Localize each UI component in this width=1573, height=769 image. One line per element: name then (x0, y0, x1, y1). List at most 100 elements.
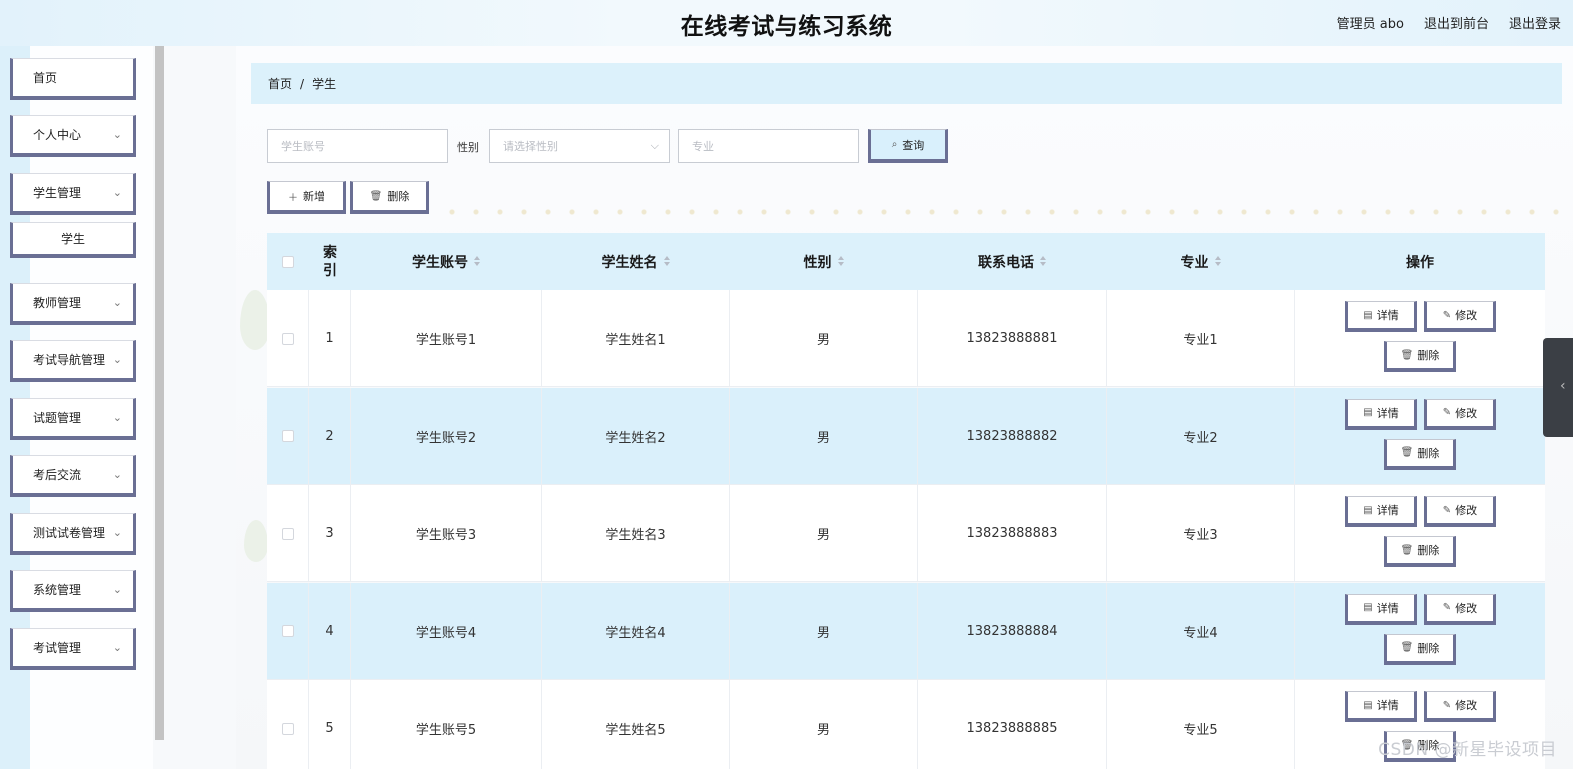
edit-button[interactable]: ✎ 修改 (1424, 593, 1496, 625)
sidebar-item-home[interactable]: 首页 (10, 58, 136, 100)
detail-button-label: 详情 (1376, 309, 1399, 322)
detail-button[interactable]: ▤ 详情 (1345, 301, 1417, 332)
top-header: 在线考试与练习系统 管理员 abo 退出到前台 退出登录 (0, 0, 1573, 46)
chevron-down-icon: ⌄ (112, 526, 122, 539)
cell-index: 4 (309, 582, 351, 680)
cell-major: 专业1 (1107, 290, 1295, 387)
sidebar-item-system-management[interactable]: 系统管理 ⌄ (10, 570, 136, 612)
chevron-left-icon: ‹ (1560, 378, 1566, 394)
cell-name: 学生姓名2 (542, 387, 730, 485)
edit-icon: ✎ (1442, 309, 1452, 321)
sidebar-item-teacher-management[interactable]: 教师管理 ⌄ (10, 283, 136, 325)
sort-icon[interactable] (1040, 255, 1047, 268)
edit-button[interactable]: ✎ 修改 (1424, 496, 1496, 527)
cell-index: 5 (309, 680, 351, 769)
row-delete-button-label: 删除 (1417, 349, 1440, 362)
table-header: 索引 学生账号 学生姓名 性别 联系电话 专业 操作 (267, 233, 1545, 290)
row-delete-button[interactable]: 🗑 删除 (1384, 341, 1456, 372)
cell-index: 1 (309, 290, 351, 387)
edit-button-label: 修改 (1455, 504, 1478, 517)
detail-button-label: 详情 (1376, 601, 1399, 615)
breadcrumb-home[interactable]: 首页 (268, 75, 292, 92)
header-ops: 操作 (1406, 254, 1434, 271)
gender-select-placeholder: 请选择性别 (503, 140, 558, 153)
edit-button[interactable]: ✎ 修改 (1424, 691, 1496, 722)
row-select-cell (267, 485, 309, 582)
chevron-down-icon: ⌄ (112, 296, 122, 309)
document-icon: ▤ (1363, 407, 1373, 418)
detail-button-label: 详情 (1376, 504, 1399, 517)
exit-to-front-link[interactable]: 退出到前台 (1424, 13, 1489, 32)
cell-phone: 13823888881 (918, 290, 1107, 387)
edit-button-label: 修改 (1455, 406, 1478, 420)
detail-button[interactable]: ▤ 详情 (1345, 593, 1417, 625)
table-row: 5 学生账号5 学生姓名5 男 13823888885 专业5 ▤ 详情 ✎ 修改 🗑 删除 (267, 680, 1545, 769)
header-gender[interactable]: 性别 (730, 233, 918, 290)
detail-button[interactable]: ▤ 详情 (1345, 496, 1417, 527)
sidebar-item-label: 学生管理 (33, 186, 82, 200)
query-button[interactable]: ⌕ 查询 (868, 129, 948, 163)
row-checkbox[interactable] (281, 722, 294, 735)
edit-button-label: 修改 (1455, 699, 1478, 712)
watermark: CSDN @新星毕设项目 (1378, 740, 1557, 760)
major-input[interactable]: 专业 (678, 129, 859, 163)
select-all-checkbox[interactable] (282, 255, 294, 268)
sidebar-subitem-student[interactable]: 学生 (10, 222, 136, 258)
sidebar-item-post-exam-discussion[interactable]: 考后交流 ⌄ (10, 455, 136, 497)
trash-icon: 🗑 (1400, 544, 1414, 556)
sidebar-item-personal-center[interactable]: 个人中心 ⌄ (10, 115, 136, 157)
row-select-cell (267, 290, 309, 387)
sort-icon[interactable] (837, 255, 845, 268)
sidebar-item-exam-nav[interactable]: 考试导航管理 ⌄ (10, 340, 136, 382)
header-major[interactable]: 专业 (1107, 233, 1295, 290)
sidebar-item-label: 学生 (60, 232, 85, 246)
sidebar-item-question-management[interactable]: 试题管理 ⌄ (10, 398, 136, 440)
trash-icon: 🗑 (1400, 642, 1414, 653)
sidebar-scrollbar[interactable] (155, 46, 164, 740)
cell-index: 3 (309, 485, 351, 582)
header-name[interactable]: 学生姓名 (542, 233, 730, 290)
detail-button[interactable]: ▤ 详情 (1345, 691, 1417, 722)
sidebar: 首页 个人中心 ⌄ 学生管理 ⌄ 学生 教师管理 ⌄ 考试导航管理 ⌄ 试题管理… (0, 46, 153, 769)
cell-gender: 男 (730, 387, 918, 485)
row-checkbox[interactable] (281, 332, 294, 345)
cell-account: 学生账号4 (351, 582, 542, 680)
trash-icon: 🗑 (1400, 447, 1414, 458)
row-delete-button[interactable]: 🗑 删除 (1384, 536, 1456, 567)
sort-icon[interactable] (663, 255, 671, 268)
sidebar-item-label: 首页 (33, 71, 58, 85)
row-delete-button-label: 删除 (1417, 446, 1440, 460)
sort-icon[interactable] (1214, 255, 1222, 268)
edit-icon: ✎ (1442, 699, 1452, 711)
row-checkbox[interactable] (281, 430, 294, 442)
row-checkbox[interactable] (281, 625, 294, 637)
cell-account: 学生账号3 (351, 485, 542, 582)
sidebar-item-test-paper-management[interactable]: 测试试卷管理 ⌄ (10, 513, 136, 555)
student-account-input[interactable]: 学生账号 (267, 129, 448, 163)
batch-delete-button[interactable]: 🗑 删除 (350, 181, 429, 214)
logout-link[interactable]: 退出登录 (1509, 13, 1561, 32)
side-collapse-tab[interactable]: ‹ (1543, 338, 1573, 437)
row-delete-button[interactable]: 🗑 删除 (1384, 633, 1456, 665)
cell-major: 专业4 (1107, 582, 1295, 680)
row-checkbox[interactable] (281, 527, 294, 540)
top-links: 管理员 abo 退出到前台 退出登录 (1337, 13, 1561, 32)
sidebar-item-student-management[interactable]: 学生管理 ⌄ (10, 173, 136, 215)
gender-select[interactable]: 请选择性别 ⌵ (489, 129, 670, 163)
add-button[interactable]: ＋ 新增 (267, 181, 346, 214)
sort-icon[interactable] (474, 255, 481, 268)
decorative-leaf (244, 520, 268, 562)
trash-icon: 🗑 (1400, 349, 1414, 361)
row-delete-button[interactable]: 🗑 删除 (1384, 438, 1456, 470)
detail-button[interactable]: ▤ 详情 (1345, 398, 1417, 430)
header-account[interactable]: 学生账号 (351, 233, 542, 290)
select-all-cell (267, 233, 309, 290)
header-phone[interactable]: 联系电话 (918, 233, 1107, 290)
edit-icon: ✎ (1442, 504, 1452, 516)
edit-button[interactable]: ✎ 修改 (1424, 301, 1496, 332)
sidebar-item-exam-management[interactable]: 考试管理 ⌄ (10, 628, 136, 670)
sidebar-item-label: 试题管理 (33, 411, 82, 425)
sidebar-item-label: 考试管理 (33, 641, 82, 655)
gender-label: 性别 (457, 141, 479, 154)
edit-button[interactable]: ✎ 修改 (1424, 398, 1496, 430)
